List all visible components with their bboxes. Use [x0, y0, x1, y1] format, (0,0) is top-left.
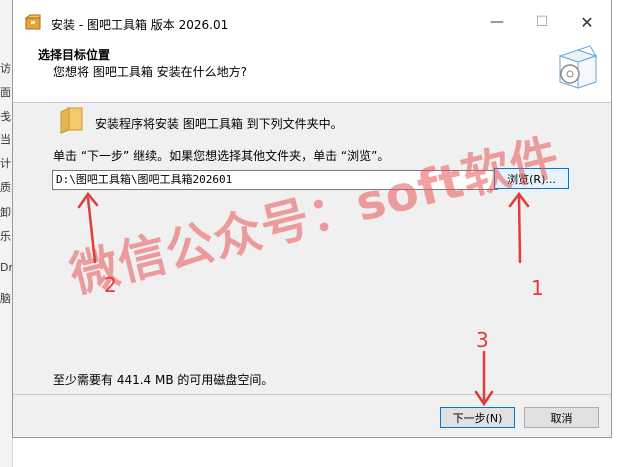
background-fragment: 当 — [0, 133, 11, 146]
next-button[interactable]: 下一步(N) — [440, 407, 515, 428]
software-box-icon — [558, 45, 598, 89]
background-fragment: 戋 — [0, 110, 11, 123]
background-fragment: 卸 — [0, 206, 11, 219]
install-path-input[interactable]: D:\图吧工具箱\图吧工具箱202601 — [52, 170, 498, 190]
window-title: 安装 - 图吧工具箱 版本 2026.01 — [51, 18, 229, 32]
background-fragment: 访 — [0, 62, 11, 75]
maximize-button[interactable]: ☐ — [520, 8, 564, 36]
page-subtitle: 您想将 图吧工具箱 安装在什么地方? — [53, 65, 247, 79]
footer: 下一步(N) 取消 — [13, 394, 611, 438]
instruction-text: 单击 “下一步” 继续。如果您想选择其他文件夹，单击 “浏览”。 — [53, 149, 390, 163]
background-fragment: 计 — [0, 157, 11, 170]
background-fragment: 乐 — [0, 230, 11, 243]
page-header: 选择目标位置 您想将 图吧工具箱 安装在什么地方? — [13, 44, 611, 103]
title-bar[interactable]: 安装 - 图吧工具箱 版本 2026.01 — ☐ ✕ — [13, 0, 611, 44]
background-fragment: 面 — [0, 86, 11, 99]
page-title: 选择目标位置 — [38, 48, 111, 62]
cancel-button[interactable]: 取消 — [524, 407, 599, 428]
close-button[interactable]: ✕ — [565, 8, 609, 36]
install-folder-text: 安装程序将安装 图吧工具箱 到下列文件夹中。 — [95, 117, 343, 131]
disk-space-text: 至少需要有 441.4 MB 的可用磁盘空间。 — [53, 373, 274, 387]
background-fragment: 脑 — [0, 292, 11, 305]
background-fragment: 质 — [0, 181, 11, 194]
installer-window: 安装 - 图吧工具箱 版本 2026.01 — ☐ ✕ 选择目标位置 您想将 图… — [12, 0, 612, 438]
installer-app-icon — [25, 14, 41, 30]
browse-button[interactable]: 浏览(R)... — [494, 168, 569, 189]
minimize-button[interactable]: — — [475, 8, 519, 36]
folder-icon — [60, 107, 83, 134]
